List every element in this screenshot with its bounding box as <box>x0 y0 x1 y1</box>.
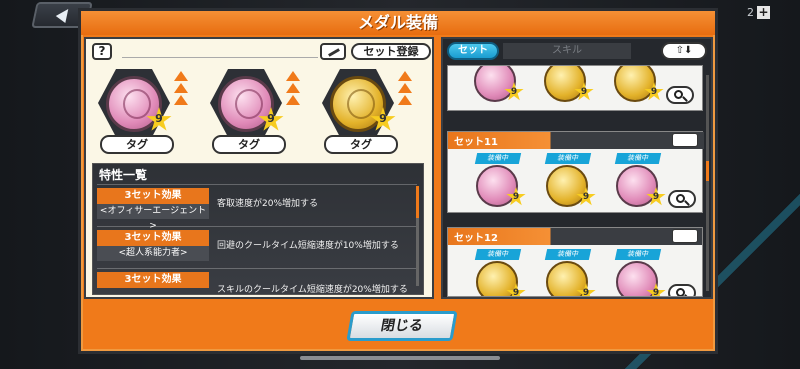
trait-description: 客取速度が20%増加する <box>217 199 319 209</box>
set-medal-level: 9 <box>652 288 660 297</box>
trait-description: 回避のクールタイム短縮速度が10%増加する <box>217 241 399 251</box>
set-register-button[interactable]: セット登録 <box>351 43 431 60</box>
zoom-button[interactable] <box>668 190 696 208</box>
triangle-icon <box>398 71 412 81</box>
medal-level: 9 <box>267 112 275 125</box>
home-indicator[interactable] <box>300 356 500 360</box>
set-medal-level: 9 <box>512 192 520 202</box>
set-list-scrollbar[interactable] <box>706 75 709 291</box>
trait-badge: 3セット効果 <box>97 188 209 204</box>
trait-badge: 3セット効果 <box>97 272 209 288</box>
trait-group: <超人系能力者> <box>97 246 209 261</box>
set-name-field[interactable] <box>122 44 318 58</box>
back-arrow-icon <box>54 9 69 23</box>
trait-list[interactable]: 特性一覧 3セット効果 <オフィサーエージェント> 客取速度が20%増加する 3… <box>92 163 424 295</box>
dialog-title: メダル装備 <box>81 11 715 35</box>
tag-button-2[interactable]: タグ <box>212 135 286 154</box>
pen-icon <box>328 48 340 57</box>
set-medal-level: 9 <box>652 192 660 202</box>
set-card-11[interactable]: セット11 装備中 装備中 装備中 9 9 9 <box>447 131 704 213</box>
medal-level: 9 <box>379 112 387 125</box>
current-set-panel: ? セット登録 9 タグ 9 タグ 9 タグ 特性一覧 3セット効果 <オフィサ… <box>84 37 434 299</box>
set-medal-level: 9 <box>580 87 588 97</box>
zoom-button[interactable] <box>666 86 694 104</box>
help-button[interactable]: ? <box>92 43 112 60</box>
plus-icon[interactable]: + <box>757 6 770 19</box>
set-medal-level: 9 <box>512 288 520 297</box>
triangle-icon <box>398 95 412 105</box>
zoom-button[interactable] <box>668 284 696 296</box>
set-medal-level: 9 <box>582 192 590 202</box>
trait-row: 3セット効果 スキルのクールタイム短縮速度が20%増加する <box>97 268 417 294</box>
set-medal-level: 9 <box>510 87 518 97</box>
triangle-icon <box>286 71 300 81</box>
set-label: セット11 <box>454 137 498 148</box>
triangle-icon <box>398 83 412 93</box>
trait-badge: 3セット効果 <box>97 230 209 246</box>
sort-button[interactable]: ⇧⬇ <box>661 42 707 60</box>
tag-button-3[interactable]: タグ <box>324 135 398 154</box>
triangle-icon <box>174 95 188 105</box>
tab-set[interactable]: セット <box>447 42 499 60</box>
trait-group: <オフィサーエージェント> <box>97 204 209 231</box>
triangle-icon <box>286 83 300 93</box>
equipped-tag: 装備中 <box>474 153 522 164</box>
medal-equip-dialog: メダル装備 ? セット登録 9 タグ 9 タグ 9 タグ 特性一覧 3セット効果… <box>78 8 718 354</box>
triangle-icon <box>286 95 300 105</box>
set-label: セット12 <box>454 233 498 244</box>
tag-button-1[interactable]: タグ <box>100 135 174 154</box>
edit-name-button[interactable] <box>320 43 346 60</box>
set-medal-level: 9 <box>650 87 658 97</box>
trait-description: スキルのクールタイム短縮速度が20%増加する <box>217 285 408 294</box>
set-card[interactable]: 9 9 9 <box>447 65 703 111</box>
edit-set-button[interactable] <box>672 229 698 243</box>
close-button[interactable]: 閉じる <box>346 311 458 341</box>
set-header: セット12 <box>448 228 702 245</box>
set-card-12[interactable]: セット12 装備中 装備中 装備中 9 9 9 <box>447 227 703 297</box>
equipped-tag: 装備中 <box>614 153 662 164</box>
edit-set-button[interactable] <box>672 133 698 147</box>
trait-scrollbar[interactable] <box>416 186 419 286</box>
set-list-panel: セット スキル ⇧⬇ 9 9 9 セット11 装備中 装備中 装備中 9 9 9… <box>441 37 713 299</box>
equipped-tag: 装備中 <box>544 249 592 260</box>
equipped-tag: 装備中 <box>544 153 592 164</box>
set-header: セット11 <box>448 132 704 149</box>
trait-row: 3セット効果 <オフィサーエージェント> 客取速度が20%増加する <box>97 184 417 231</box>
trait-list-title: 特性一覧 <box>99 168 148 182</box>
triangle-icon <box>174 83 188 93</box>
tab-skill[interactable]: スキル <box>503 43 631 59</box>
corner-count: 2 <box>747 6 754 19</box>
set-medal-level: 9 <box>582 288 590 297</box>
trait-row: 3セット効果 <超人系能力者> 回避のクールタイム短縮速度が10%増加する <box>97 226 417 264</box>
triangle-icon <box>174 71 188 81</box>
equipped-tag: 装備中 <box>614 249 662 260</box>
medal-level: 9 <box>155 112 163 125</box>
equipped-tag: 装備中 <box>474 249 522 260</box>
